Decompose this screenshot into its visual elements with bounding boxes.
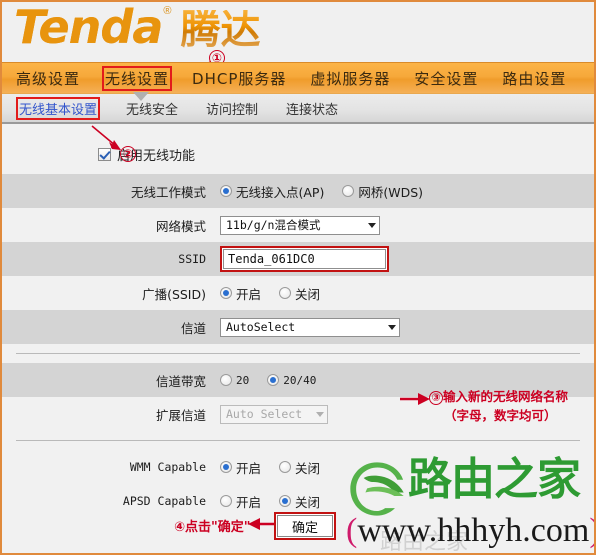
radio-bandwidth-2040-icon[interactable] bbox=[267, 374, 280, 386]
work-mode-option-wds-label: 网桥(WDS) bbox=[358, 184, 424, 200]
annotation-4-text: ④点击"确定" bbox=[174, 520, 251, 535]
extension-channel-label: 扩展信道 bbox=[155, 407, 206, 423]
extension-channel-value: Auto Select bbox=[226, 407, 303, 421]
tenda-logo: Tenda ® 腾达 bbox=[14, 4, 260, 50]
wmm-option-on[interactable]: 开启 bbox=[220, 458, 261, 477]
enable-wireless-checkbox[interactable] bbox=[98, 148, 111, 161]
apsd-option-on[interactable]: 开启 bbox=[220, 492, 261, 511]
tab-wireless-basic[interactable]: 无线基本设置 bbox=[16, 96, 101, 120]
work-mode-label: 无线工作模式 bbox=[130, 184, 206, 200]
radio-wmm-on-icon[interactable] bbox=[220, 461, 232, 473]
work-mode-option-ap-label: 无线接入点(AP) bbox=[236, 184, 325, 200]
chevron-down-icon bbox=[368, 222, 376, 228]
apsd-option-on-label: 开启 bbox=[236, 494, 262, 510]
wmm-option-on-label: 开启 bbox=[236, 460, 262, 476]
nav-item-dhcp[interactable]: DHCP服务器 bbox=[190, 67, 288, 90]
network-mode-value: 11b/g/n混合模式 bbox=[226, 218, 321, 232]
nav-item-wireless[interactable]: 无线设置 bbox=[102, 65, 173, 91]
wmm-option-off-label: 关闭 bbox=[295, 460, 321, 476]
radio-apsd-off-icon[interactable] bbox=[279, 495, 292, 507]
ssid-highlight-box bbox=[220, 246, 389, 272]
channel-select[interactable]: AutoSelect bbox=[220, 317, 400, 337]
logo-wordmark: Tenda bbox=[14, 0, 163, 54]
work-mode-option-wds[interactable]: 网桥(WDS) bbox=[342, 182, 423, 201]
extension-channel-select: Auto Select bbox=[220, 404, 328, 424]
tab-wireless-security[interactable]: 无线安全 bbox=[126, 99, 178, 118]
apsd-option-off-label: 关闭 bbox=[295, 494, 321, 510]
tab-connection-status[interactable]: 连接状态 bbox=[286, 99, 338, 118]
nav-item-routing[interactable]: 路由设置 bbox=[500, 67, 568, 90]
channel-label: 信道 bbox=[180, 320, 206, 336]
broadcast-option-on-label: 开启 bbox=[236, 286, 262, 302]
wmm-capable-row: WMM Capable 开启 关闭 bbox=[2, 450, 594, 484]
sub-navigation: 无线基本设置 无线安全 访问控制 连接状态 bbox=[2, 92, 594, 124]
broadcast-option-off[interactable]: 关闭 bbox=[279, 284, 320, 303]
network-mode-select[interactable]: 11b/g/n混合模式 bbox=[220, 215, 380, 235]
radio-ap-icon[interactable] bbox=[220, 185, 232, 197]
section-divider-2 bbox=[16, 440, 580, 441]
chevron-down-icon bbox=[316, 411, 324, 417]
confirm-button[interactable]: 确定 bbox=[277, 515, 333, 537]
bandwidth-option-20[interactable]: 20 bbox=[220, 374, 249, 387]
apsd-capable-label: APSD Capable bbox=[122, 494, 206, 508]
ssid-row: SSID bbox=[2, 242, 594, 276]
nav-item-virtual-server[interactable]: 虚拟服务器 bbox=[308, 67, 392, 90]
radio-wds-icon[interactable] bbox=[342, 185, 355, 197]
bandwidth-option-20-label: 20 bbox=[236, 373, 250, 387]
network-mode-label: 网络模式 bbox=[155, 218, 206, 234]
confirm-button-highlight: 确定 bbox=[274, 512, 336, 540]
settings-form: ② 启用无线功能 无线工作模式 无线接入点(AP) 网桥(WDS) 网络模式 1… bbox=[2, 124, 594, 553]
broadcast-option-off-label: 关闭 bbox=[295, 286, 321, 302]
wmm-option-off[interactable]: 关闭 bbox=[279, 458, 320, 477]
chevron-down-icon bbox=[388, 324, 396, 330]
registered-trademark-icon: ® bbox=[163, 5, 172, 17]
apsd-option-off[interactable]: 关闭 bbox=[279, 492, 320, 511]
work-mode-row: 无线工作模式 无线接入点(AP) 网桥(WDS) bbox=[2, 174, 594, 208]
main-navigation: 高级设置 无线设置 DHCP服务器 虚拟服务器 安全设置 路由设置 bbox=[2, 62, 594, 94]
annotation-2-marker: ② bbox=[120, 146, 136, 162]
active-tab-caret-icon bbox=[133, 92, 149, 101]
annotation-3-arrow bbox=[400, 393, 430, 405]
nav-item-advanced[interactable]: 高级设置 bbox=[14, 67, 82, 90]
router-admin-page: Tenda ® 腾达 ① 高级设置 无线设置 DHCP服务器 虚拟服务器 安全设… bbox=[0, 0, 596, 555]
bandwidth-option-2040[interactable]: 20/40 bbox=[267, 374, 316, 387]
ssid-label: SSID bbox=[178, 252, 206, 266]
bandwidth-option-2040-label: 20/40 bbox=[283, 373, 317, 387]
section-divider-1 bbox=[16, 353, 580, 354]
channel-row: 信道 AutoSelect bbox=[2, 310, 594, 344]
confirm-area: ④点击"确定" 确定 bbox=[2, 512, 594, 546]
page-header: Tenda ® 腾达 ① bbox=[2, 0, 594, 88]
network-mode-row: 网络模式 11b/g/n混合模式 bbox=[2, 208, 594, 242]
channel-bandwidth-label: 信道带宽 bbox=[155, 373, 206, 389]
broadcast-row: 广播(SSID) 开启 关闭 bbox=[2, 276, 594, 310]
radio-wmm-off-icon[interactable] bbox=[279, 461, 292, 473]
logo-chinese-name: 腾达 bbox=[180, 7, 261, 53]
radio-bandwidth-20-icon[interactable] bbox=[220, 374, 232, 386]
channel-value: AutoSelect bbox=[226, 320, 296, 334]
work-mode-option-ap[interactable]: 无线接入点(AP) bbox=[220, 182, 324, 201]
ssid-input[interactable] bbox=[223, 249, 386, 269]
radio-broadcast-off-icon[interactable] bbox=[279, 287, 292, 299]
annotation-4-arrow bbox=[248, 518, 274, 530]
broadcast-label: 广播(SSID) bbox=[142, 286, 206, 302]
wmm-capable-label: WMM Capable bbox=[129, 460, 206, 474]
tab-access-control[interactable]: 访问控制 bbox=[206, 99, 258, 118]
broadcast-option-on[interactable]: 开启 bbox=[220, 284, 261, 303]
radio-apsd-on-icon[interactable] bbox=[220, 495, 232, 507]
radio-broadcast-on-icon[interactable] bbox=[220, 287, 232, 299]
annotation-3-line2: （字母，数字均可） bbox=[444, 408, 557, 423]
nav-item-security[interactable]: 安全设置 bbox=[412, 67, 480, 90]
annotation-3-line1: ③ 输入新的无线网络名称 bbox=[429, 386, 568, 405]
